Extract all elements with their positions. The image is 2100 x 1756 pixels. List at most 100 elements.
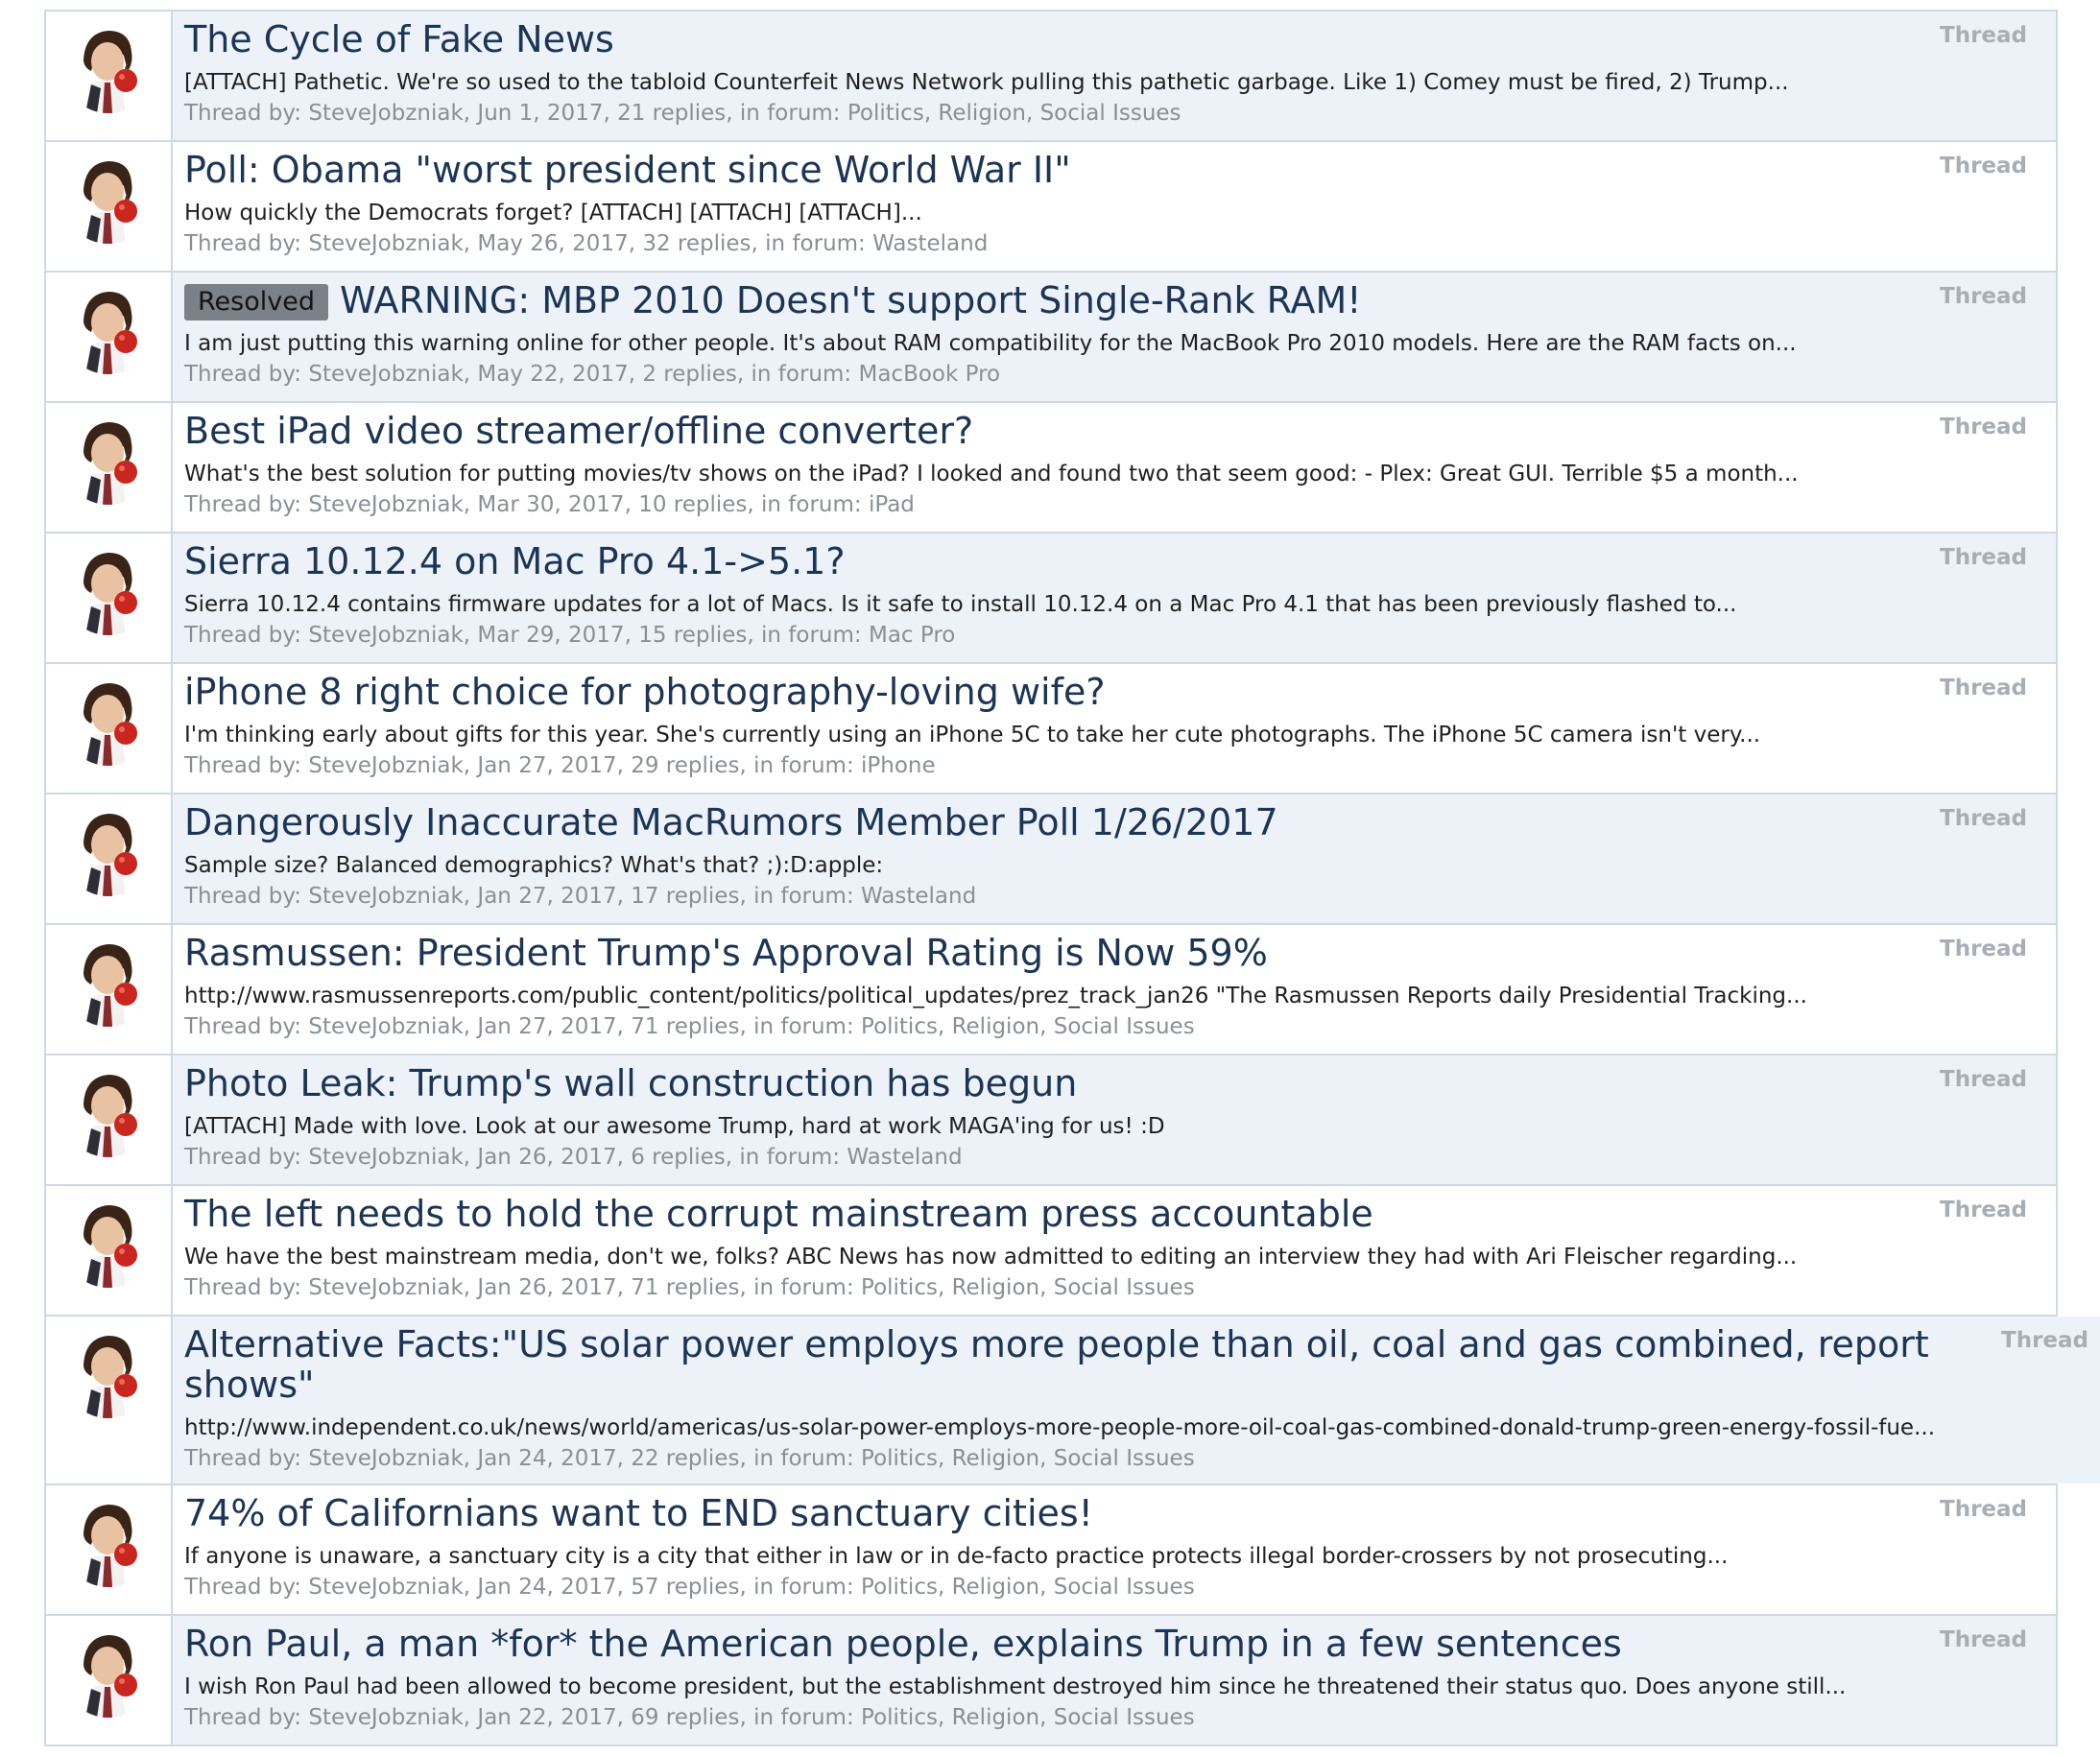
- forum-prefix: in forum:: [753, 1705, 854, 1730]
- thread-meta: Thread by: SteveJobzniak, Jan 24, 2017, …: [184, 1446, 1195, 1471]
- forum-link[interactable]: Wasteland: [861, 884, 976, 909]
- avatar[interactable]: [62, 413, 155, 505]
- author-link[interactable]: SteveJobzniak: [308, 1145, 463, 1170]
- avatar[interactable]: [62, 1495, 155, 1587]
- thread-title-link[interactable]: Alternative Facts:"US solar power employ…: [184, 1323, 1929, 1406]
- avatar[interactable]: [62, 1326, 155, 1418]
- thread-snippet: [ATTACH] Made with love. Look at our awe…: [184, 1114, 1165, 1139]
- avatar-cell: [46, 534, 173, 662]
- post-date[interactable]: Mar 29, 2017: [477, 623, 624, 648]
- post-date[interactable]: Mar 30, 2017: [477, 492, 624, 517]
- thread-title-link[interactable]: 74% of Californians want to END sanctuar…: [184, 1492, 1093, 1534]
- thread-snippet: [ATTACH] Pathetic. We're so used to the …: [184, 70, 1789, 95]
- author-link[interactable]: SteveJobzniak: [308, 492, 463, 517]
- avatar[interactable]: [62, 804, 155, 896]
- post-date[interactable]: Jan 24, 2017: [477, 1446, 616, 1471]
- post-date[interactable]: May 26, 2017: [477, 231, 628, 256]
- forum-link[interactable]: Politics, Religion, Social Issues: [861, 1275, 1195, 1300]
- forum-link[interactable]: iPhone: [861, 753, 936, 778]
- forum-link[interactable]: Mac Pro: [869, 623, 955, 648]
- thread-snippet: We have the best mainstream media, don't…: [184, 1245, 1798, 1270]
- author-link[interactable]: SteveJobzniak: [308, 101, 463, 126]
- author-link[interactable]: SteveJobzniak: [308, 362, 463, 387]
- avatar-cell: [46, 273, 173, 401]
- meta-prefix: Thread by:: [184, 623, 302, 648]
- forum-link[interactable]: Politics, Religion, Social Issues: [861, 1705, 1195, 1730]
- thread-snippet: Sierra 10.12.4 contains firmware updates…: [184, 592, 1737, 617]
- reply-count: 6 replies: [631, 1145, 726, 1170]
- search-result-row: Ron Paul, a man *for* the American peopl…: [44, 1616, 2058, 1746]
- thread-meta: Thread by: SteveJobzniak, Jan 22, 2017, …: [184, 1705, 1195, 1730]
- forum-link[interactable]: Wasteland: [872, 231, 988, 256]
- content-type-label: Thread: [1940, 1497, 2027, 1522]
- meta-prefix: Thread by:: [184, 1705, 302, 1730]
- thread-title-line: Best iPad video streamer/offline convert…: [184, 411, 1873, 451]
- thread-title-link[interactable]: iPhone 8 right choice for photography-lo…: [184, 671, 1106, 713]
- post-date[interactable]: Jan 22, 2017: [477, 1705, 616, 1730]
- avatar[interactable]: [62, 543, 155, 635]
- avatar-cell: [46, 1616, 173, 1744]
- author-link[interactable]: SteveJobzniak: [308, 623, 463, 648]
- author-link[interactable]: SteveJobzniak: [308, 753, 463, 778]
- forum-link[interactable]: Politics, Religion, Social Issues: [861, 1014, 1195, 1039]
- thread-title-link[interactable]: Sierra 10.12.4 on Mac Pro 4.1->5.1?: [184, 540, 846, 582]
- thread-title-link[interactable]: Photo Leak: Trump's wall construction ha…: [184, 1062, 1077, 1104]
- thread-title-link[interactable]: Ron Paul, a man *for* the American peopl…: [184, 1623, 1622, 1665]
- post-date[interactable]: Jan 24, 2017: [477, 1575, 616, 1600]
- author-link[interactable]: SteveJobzniak: [308, 884, 463, 909]
- thread-meta: Thread by: SteveJobzniak, Jun 1, 2017, 2…: [184, 101, 1181, 126]
- resolved-badge: Resolved: [184, 284, 328, 320]
- content-type-label: Thread: [1940, 284, 2027, 309]
- avatar[interactable]: [62, 1196, 155, 1288]
- avatar[interactable]: [62, 282, 155, 374]
- avatar[interactable]: [62, 152, 155, 244]
- avatar[interactable]: [62, 21, 155, 113]
- avatar[interactable]: [62, 935, 155, 1027]
- forum-link[interactable]: Wasteland: [847, 1145, 962, 1170]
- avatar[interactable]: [62, 1065, 155, 1157]
- thread-title-link[interactable]: WARNING: MBP 2010 Doesn't support Single…: [340, 279, 1362, 321]
- author-link[interactable]: SteveJobzniak: [308, 1275, 463, 1300]
- thread-title-link[interactable]: Rasmussen: President Trump's Approval Ra…: [184, 932, 1268, 974]
- forum-link[interactable]: MacBook Pro: [858, 362, 1000, 387]
- search-result-row: Dangerously Inaccurate MacRumors Member …: [44, 795, 2058, 925]
- forum-prefix: in forum:: [753, 1575, 854, 1600]
- author-link[interactable]: SteveJobzniak: [308, 1705, 463, 1730]
- thread-title-link[interactable]: Dangerously Inaccurate MacRumors Member …: [184, 801, 1278, 843]
- author-link[interactable]: SteveJobzniak: [308, 1575, 463, 1600]
- thread-snippet: Sample size? Balanced demographics? What…: [184, 853, 884, 878]
- forum-link[interactable]: Politics, Religion, Social Issues: [847, 101, 1181, 126]
- post-date[interactable]: Jan 27, 2017: [477, 1014, 616, 1039]
- avatar-cell: [46, 925, 173, 1054]
- forum-link[interactable]: iPad: [869, 492, 915, 517]
- thread-meta: Thread by: SteveJobzniak, Jan 27, 2017, …: [184, 753, 936, 778]
- reply-count: 71 replies: [631, 1014, 740, 1039]
- post-date[interactable]: May 22, 2017: [477, 362, 628, 387]
- author-link[interactable]: SteveJobzniak: [308, 231, 463, 256]
- thread-title-link[interactable]: The Cycle of Fake News: [184, 18, 614, 60]
- post-date[interactable]: Jun 1, 2017: [477, 101, 603, 126]
- avatar[interactable]: [62, 1625, 155, 1718]
- reply-count: 22 replies: [631, 1446, 740, 1471]
- post-date[interactable]: Jan 26, 2017: [477, 1275, 616, 1300]
- post-date[interactable]: Jan 26, 2017: [477, 1145, 616, 1170]
- thread-title-link[interactable]: The left needs to hold the corrupt mains…: [184, 1193, 1373, 1235]
- post-date[interactable]: Jan 27, 2017: [477, 753, 616, 778]
- forum-prefix: in forum:: [739, 101, 841, 126]
- author-link[interactable]: SteveJobzniak: [308, 1014, 463, 1039]
- post-date[interactable]: Jan 27, 2017: [477, 884, 616, 909]
- thread-meta: Thread by: SteveJobzniak, Jan 27, 2017, …: [184, 1014, 1195, 1039]
- result-body: 74% of Californians want to END sanctuar…: [173, 1485, 2056, 1614]
- author-link[interactable]: SteveJobzniak: [308, 1446, 463, 1471]
- content-type-label: Thread: [1940, 23, 2027, 48]
- thread-title-link[interactable]: Poll: Obama "worst president since World…: [184, 149, 1071, 191]
- avatar-image: [62, 413, 155, 505]
- search-result-row: Sierra 10.12.4 on Mac Pro 4.1->5.1? Sier…: [44, 534, 2058, 664]
- forum-link[interactable]: Politics, Religion, Social Issues: [861, 1575, 1195, 1600]
- avatar[interactable]: [62, 674, 155, 766]
- forum-link[interactable]: Politics, Religion, Social Issues: [861, 1446, 1195, 1471]
- thread-snippet: http://www.rasmussenreports.com/public_c…: [184, 984, 1807, 1009]
- thread-title-link[interactable]: Best iPad video streamer/offline convert…: [184, 410, 973, 452]
- thread-title-line: Alternative Facts:"US solar power employ…: [184, 1324, 1935, 1405]
- thread-meta: Thread by: SteveJobzniak, Mar 29, 2017, …: [184, 623, 956, 648]
